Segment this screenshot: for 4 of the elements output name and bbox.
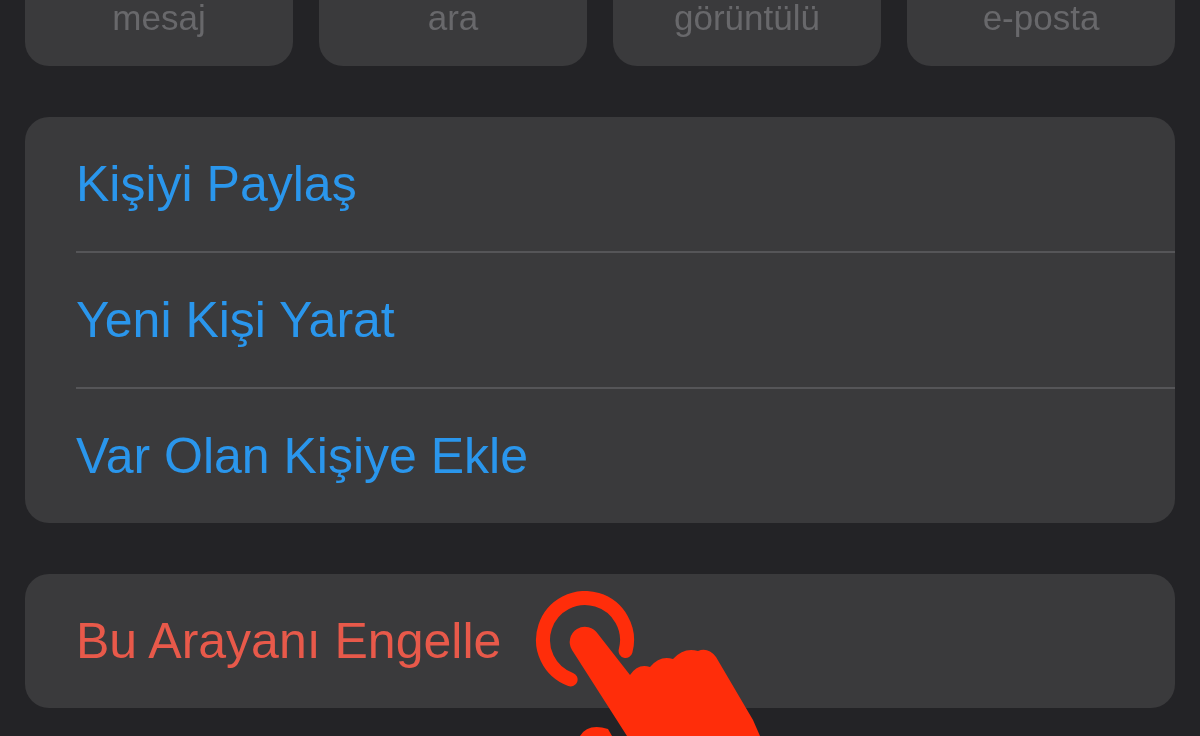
tapping-hand-icon (534, 591, 760, 736)
menu-item[interactable]: Kişiyi Paylaş (76, 117, 1175, 251)
menu-item[interactable]: Yeni Kişi Yarat (76, 251, 1175, 387)
menu-item[interactable]: Var Olan Kişiye Ekle (76, 387, 1175, 523)
